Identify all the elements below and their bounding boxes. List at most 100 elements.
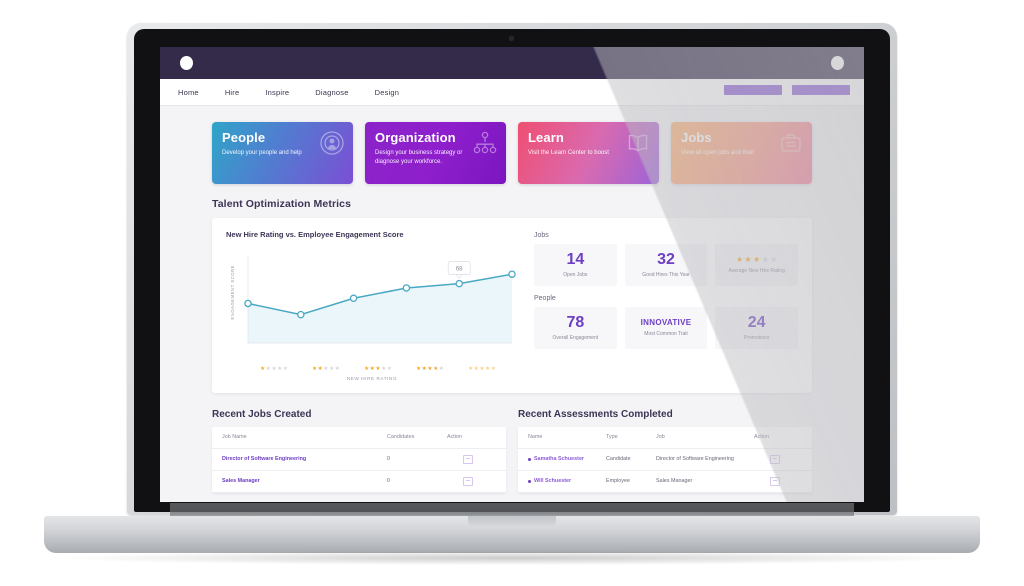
chart-tooltip: 68 — [447, 261, 471, 279]
nav-item-hire[interactable]: Hire — [225, 88, 240, 97]
star-icon: ★ — [265, 366, 271, 372]
star-icon: ★ — [468, 366, 474, 372]
column-header: Candidates — [387, 434, 415, 441]
laptop-notch — [468, 516, 556, 528]
star-icon: ★ — [375, 366, 381, 372]
star-icon: ★ — [770, 255, 778, 264]
card-subtitle: Develop your people and help — [222, 150, 302, 157]
stat-value: 32 — [657, 251, 675, 268]
assessment-name-cell: Samatha Schuester — [528, 456, 606, 462]
jobs-table: Job Name Candidates Action Director of Soft… — [212, 426, 506, 493]
stat-card: 32 Good Hires This Year — [624, 244, 708, 286]
row-action-cell[interactable] — [447, 454, 473, 464]
star-icon: ★ — [473, 366, 479, 372]
nav-item-inspire[interactable]: Inspire — [265, 88, 289, 97]
star-icon: ★ — [334, 366, 340, 372]
stats-row-people: 78 Overall Engagement INNOVATIVE Most Commo… — [534, 307, 799, 349]
assessments-table-section: Recent Assessments Completed Name Type Job… — [518, 409, 812, 493]
column-header: Job — [656, 434, 665, 441]
star-icon: ★ — [277, 366, 283, 372]
candidates-cell: 0 — [387, 478, 390, 485]
laptop-hinge — [170, 503, 854, 517]
chart-x-axis-label: NEW HIRE RATING — [346, 375, 398, 381]
column-header: Action — [447, 434, 462, 441]
header-left-dot-icon — [180, 56, 193, 70]
briefcase-icon — [778, 130, 804, 156]
assessments-table: Name Type Job Action Samatha Schuester Candid… — [518, 426, 812, 493]
stat-card: INNOVATIVE Most Common Trait — [624, 307, 708, 349]
tables-section: Recent Jobs Created Job Name Candidates Ac… — [212, 409, 812, 493]
page-body: People Develop your people and help Orga… — [160, 106, 864, 493]
row-action-cell[interactable] — [754, 454, 780, 464]
star-icon: ★ — [753, 255, 761, 264]
chart-x-axis-stars: ★ ★ ★ ★ ★ ★ ★ ★ ★ ★ ★ ★ ★ ★ ★ ★ ★ ★ ★ ★ ★ ★ ★ ★ ★ — [226, 366, 518, 373]
job-name-cell: Sales Manager — [222, 478, 260, 485]
job-name-cell: Director of Software Engineering — [222, 456, 307, 463]
book-icon — [625, 130, 651, 156]
laptop-mockup: Home Hire Inspire Diagnose Design People… — [0, 0, 1024, 586]
feature-card-learn[interactable]: Learn Visit the Learn Center to boost — [518, 122, 659, 184]
page-title: Talent Optimization Metrics — [212, 198, 352, 210]
assessments-table-title: Recent Assessments Completed — [518, 408, 673, 420]
nav-item-diagnose[interactable]: Diagnose — [315, 88, 348, 97]
stat-caption: Overall Engagement — [552, 335, 599, 341]
row-action-cell[interactable] — [754, 476, 780, 486]
table-header-row: Name Type Job Action — [518, 427, 812, 449]
star-icon: ★ — [761, 255, 769, 264]
stat-star-rating: ★ ★ ★ ★ ★ — [736, 256, 777, 264]
feature-card-jobs[interactable]: Jobs View all open jobs and their — [671, 122, 812, 184]
star-rating-group: ★ ★ ★ ★ ★ — [364, 366, 392, 373]
star-icon: ★ — [386, 366, 392, 372]
row-action-icon[interactable] — [770, 454, 780, 464]
nav-item-design[interactable]: Design — [375, 88, 400, 97]
assessment-name[interactable]: Will Schuester — [534, 478, 571, 484]
nav-primary-button[interactable] — [724, 85, 782, 95]
feature-card-organization[interactable]: Organization Design your business strate… — [365, 122, 506, 184]
chart-svg: 68 — [244, 257, 516, 344]
row-action-icon[interactable] — [770, 476, 780, 486]
stat-value: 78 — [566, 314, 585, 331]
status-dot-icon — [528, 457, 531, 461]
star-icon: ★ — [369, 366, 375, 372]
stat-caption: Promotions — [744, 335, 770, 341]
table-row[interactable]: Samatha Schuester Candidate Director of So… — [518, 449, 812, 471]
assessment-name[interactable]: Samatha Schuester — [534, 456, 584, 462]
stats-container: Jobs 14 Open Jobs 32 Good Hires This Year ★ ★… — [518, 230, 799, 381]
stat-caption: Good Hires This Year — [642, 272, 690, 278]
star-icon: ★ — [260, 366, 266, 372]
star-rating-group: ★ ★ ★ ★ ★ — [416, 366, 444, 373]
star-icon: ★ — [479, 366, 485, 372]
star-icon: ★ — [416, 366, 422, 372]
star-rating-group: ★ ★ ★ ★ ★ — [260, 366, 288, 373]
star-rating-group: ★ ★ ★ ★ ★ — [468, 366, 496, 373]
star-icon: ★ — [381, 366, 387, 372]
row-action-cell[interactable] — [447, 476, 473, 486]
feature-cards: People Develop your people and help Orga… — [212, 122, 812, 184]
star-icon: ★ — [485, 366, 491, 372]
star-icon: ★ — [438, 366, 444, 372]
row-action-icon[interactable] — [463, 476, 473, 486]
stat-value: 14 — [566, 251, 585, 268]
star-icon: ★ — [735, 255, 744, 264]
nav-item-home[interactable]: Home — [178, 88, 199, 97]
org-chart-icon — [472, 130, 498, 156]
feature-card-people[interactable]: People Develop your people and help — [212, 122, 353, 184]
stat-card: 78 Overall Engagement — [534, 307, 617, 349]
card-subtitle: View all open jobs and their — [681, 150, 755, 157]
jobs-table-title: Recent Jobs Created — [212, 408, 312, 420]
stat-value: 24 — [747, 314, 766, 331]
nav-secondary-button[interactable] — [792, 85, 850, 95]
star-icon: ★ — [271, 366, 277, 372]
row-action-icon[interactable] — [463, 454, 473, 464]
table-row[interactable]: Sales Manager 0 — [212, 471, 506, 493]
table-row[interactable]: Director of Software Engineering 0 — [212, 449, 506, 471]
column-header: Type — [606, 434, 618, 441]
star-icon: ★ — [317, 366, 323, 372]
table-row[interactable]: Will Schuester Employee Sales Manager — [518, 471, 812, 493]
main-navigation: Home Hire Inspire Diagnose Design — [160, 79, 864, 106]
stat-card: ★ ★ ★ ★ ★ Average New Hire Rating — [715, 244, 799, 286]
card-subtitle: Visit the Learn Center to boost — [528, 150, 609, 157]
line-chart: ENGAGEMENT SCORE 68 — [226, 247, 518, 365]
stats-row-jobs: 14 Open Jobs 32 Good Hires This Year ★ ★ ★ ★ ★ Av… — [534, 244, 799, 286]
webcam-icon — [509, 36, 514, 41]
